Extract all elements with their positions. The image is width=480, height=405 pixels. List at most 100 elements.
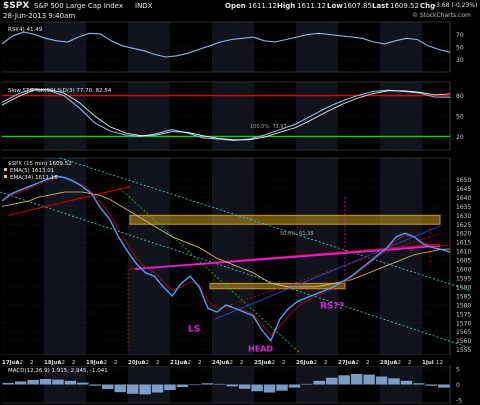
- x-tick-label: 1Jul: [422, 360, 434, 366]
- session-band: [212, 158, 254, 355]
- macd-bar: [438, 384, 450, 388]
- macd-title: MACD(12,26,9) 1.915, 2.945, -1.041: [8, 368, 108, 374]
- y-tick-label: 1645: [456, 186, 471, 193]
- y-tick-label: 70: [456, 32, 464, 39]
- ema5-legend: EMA(5) 1613.01: [10, 168, 54, 174]
- macd-bar: [288, 384, 301, 388]
- macd-bar: [388, 378, 400, 385]
- x-tick-label: 12: [100, 360, 107, 366]
- x-tick-label: 12: [310, 360, 317, 366]
- ema34-legend: EMA(34) 1611.16: [10, 175, 58, 181]
- x-tick-label: 12: [352, 360, 359, 366]
- session-bands: [44, 22, 422, 403]
- session-band: [380, 158, 422, 355]
- x-tick-label: 2: [30, 360, 34, 366]
- x-tick-label: 2: [72, 360, 76, 366]
- y-tick-label: 50: [456, 114, 464, 121]
- right-shoulder-label: RS??: [320, 301, 344, 311]
- macd-bar: [413, 383, 425, 385]
- macd-bar: [201, 383, 214, 385]
- x-tick-label: 2: [156, 360, 160, 366]
- stock-chart-window: $SPX S&P 500 Large Cap Index INDX 28-Jun…: [0, 0, 480, 405]
- x-tick-label: 2: [240, 360, 244, 366]
- session-band: [128, 158, 170, 355]
- macd-bar: [400, 380, 413, 385]
- y-tick-label: 1575: [456, 311, 471, 318]
- macd-bar: [350, 374, 363, 385]
- x-tick-label: 2: [408, 360, 412, 366]
- y-tick-label: 0: [456, 382, 460, 389]
- x-tick-label: 2: [324, 360, 328, 366]
- y-tick-label: 5: [456, 367, 460, 374]
- macd-bar: [102, 384, 114, 390]
- macd-bar: [39, 378, 52, 385]
- sto-title: Slow STO %K(50) %D(3) 77.70, 82.54: [8, 88, 112, 94]
- macd-bar: [251, 384, 263, 392]
- x-tick-label: 2: [282, 360, 286, 366]
- macd-bar: [375, 376, 388, 385]
- y-tick-label: 1605: [456, 258, 471, 265]
- y-tick-label: 80: [456, 93, 464, 100]
- x-tick-label: 12: [58, 360, 65, 366]
- macd-bar: [425, 384, 438, 386]
- resistance-zone-box: [129, 214, 441, 225]
- macd-bar: [176, 384, 189, 387]
- y-tick-label: 1640: [456, 195, 471, 202]
- macd-bar: [64, 380, 77, 385]
- ema5-legend-swatch: [4, 168, 7, 171]
- x-tick-label: 12: [226, 360, 233, 366]
- y-tick-label: 1560: [456, 338, 471, 345]
- y-tick-label: 20: [456, 134, 464, 141]
- macd-bar: [263, 384, 276, 393]
- fib-annotation: 100.0%: 73.97: [250, 124, 287, 130]
- macd-bar: [151, 384, 164, 393]
- macd-bar: [2, 382, 14, 385]
- macd-bar: [214, 383, 226, 385]
- macd-bar: [326, 377, 338, 385]
- x-tick-label: 12: [394, 360, 401, 366]
- y-tick-label: 1555: [456, 347, 471, 354]
- y-tick-label: 1585: [456, 293, 471, 300]
- date-axis: 17Jun12 2 18Jun12 2 19Jun12 2 20Jun12 2 21Jun12 2…: [0, 355, 480, 366]
- y-tick-label: 50: [456, 45, 464, 52]
- macd-bar: [338, 375, 350, 385]
- y-tick-label: -5: [456, 397, 462, 404]
- y-tick-label: 1600: [456, 267, 471, 274]
- y-tick-label: 1610: [456, 249, 471, 256]
- y-tick-label: 1570: [456, 320, 471, 327]
- left-shoulder-label: LS: [188, 325, 200, 335]
- macd-bar: [238, 384, 251, 389]
- macd-bar: [77, 382, 89, 385]
- macd-bar: [313, 380, 326, 385]
- macd-bar: [14, 381, 27, 385]
- x-tick-label: 12: [16, 360, 23, 366]
- price-title: $SPX (15 min) 1609.52: [8, 161, 72, 167]
- x-tick-label: 2: [366, 360, 370, 366]
- macd-bar: [126, 384, 139, 394]
- macd-bar: [276, 384, 288, 391]
- chart-canvas: 7050308050201650164516401635163016251620…: [0, 21, 480, 404]
- x-tick-label: 12: [142, 360, 149, 366]
- y-tick-label: 1580: [456, 302, 471, 309]
- macd-bar: [27, 379, 39, 385]
- macd-bar: [89, 384, 102, 386]
- y-tick-label: 1595: [456, 275, 471, 282]
- y-tick-label: 1630: [456, 213, 471, 220]
- y-tick-label: 1620: [456, 231, 471, 238]
- rsi-title: RSI(4) 41.49: [8, 27, 43, 33]
- fib-annotation: 50.0%: 61.38: [280, 231, 313, 237]
- y-tick-label: 1590: [456, 284, 471, 291]
- macd-bar: [363, 374, 375, 385]
- macd-bar: [52, 379, 64, 385]
- x-tick-label: 2: [114, 360, 118, 366]
- macd-bar: [139, 384, 151, 395]
- macd-bar: [114, 384, 126, 393]
- y-tick-label: 1650: [456, 177, 471, 184]
- y-tick-label: 30: [456, 57, 464, 64]
- x-tick-label: 2: [198, 360, 202, 366]
- head-label: HEAD: [248, 344, 273, 353]
- macd-bar: [164, 384, 176, 391]
- y-tick-label: 1625: [456, 222, 471, 229]
- y-tick-label: 1615: [456, 240, 471, 247]
- x-tick-label: 12: [268, 360, 275, 366]
